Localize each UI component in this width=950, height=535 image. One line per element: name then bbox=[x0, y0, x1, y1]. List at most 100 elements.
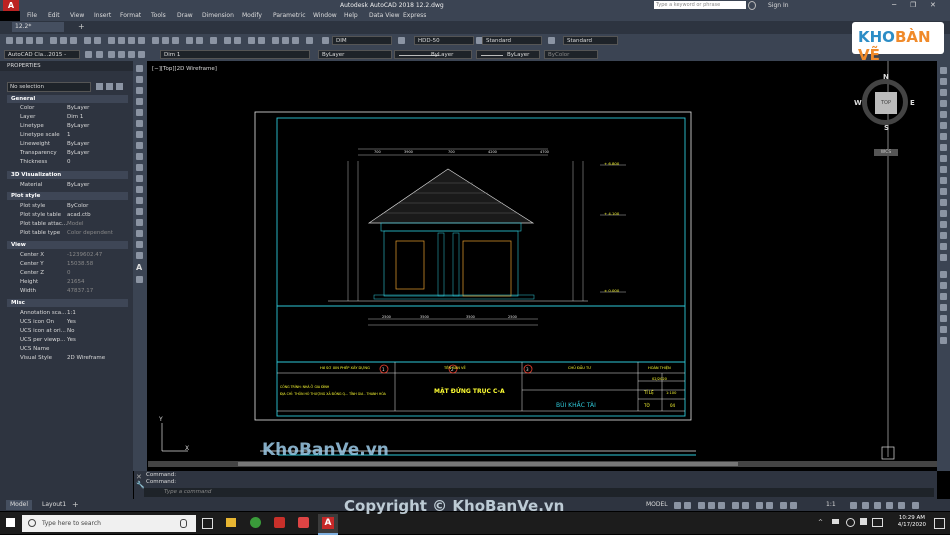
join-icon[interactable] bbox=[940, 210, 947, 217]
autocad-logo-icon[interactable]: A bbox=[3, 0, 19, 11]
menu-draw[interactable]: Draw bbox=[177, 12, 193, 19]
section-general[interactable]: General bbox=[7, 95, 128, 103]
prop-row[interactable]: UCS icon at ori... No bbox=[7, 327, 128, 336]
line-tool-icon[interactable] bbox=[136, 65, 143, 72]
select-objects-icon[interactable] bbox=[106, 83, 113, 90]
area-icon[interactable] bbox=[258, 37, 265, 44]
dim-style-manager-icon[interactable] bbox=[398, 37, 405, 44]
open-file-icon[interactable] bbox=[16, 37, 23, 44]
color-swatch-icon[interactable] bbox=[138, 51, 145, 58]
menu-modify[interactable]: Modify bbox=[242, 12, 262, 19]
menu-help[interactable]: Help bbox=[344, 12, 358, 19]
microphone-icon[interactable] bbox=[180, 519, 187, 528]
rotate-icon[interactable] bbox=[940, 133, 947, 140]
add-layout-icon[interactable]: + bbox=[72, 500, 79, 509]
erase-icon[interactable] bbox=[940, 67, 947, 74]
prop-row[interactable]: Thickness 0 bbox=[7, 158, 128, 167]
osnap-track-icon[interactable] bbox=[732, 502, 739, 509]
copy-object-icon[interactable] bbox=[940, 78, 947, 85]
menu-format[interactable]: Format bbox=[120, 12, 141, 19]
prop-row[interactable]: UCS Name bbox=[7, 345, 128, 354]
new-file-icon[interactable] bbox=[6, 37, 13, 44]
pan-icon[interactable] bbox=[108, 37, 115, 44]
calculator-icon[interactable] bbox=[196, 37, 203, 44]
prop-row[interactable]: Visual Style 2D Wireframe bbox=[7, 354, 128, 363]
osnap-icon[interactable] bbox=[742, 502, 749, 509]
prop-row[interactable]: Material ByLayer bbox=[7, 181, 128, 190]
text-style-icon[interactable] bbox=[224, 37, 231, 44]
annotation-scale-select[interactable]: 1:1 bbox=[826, 501, 836, 508]
prop-row[interactable]: Plot table attac... Model bbox=[7, 220, 128, 229]
point-tool-icon[interactable] bbox=[136, 208, 143, 215]
section-view[interactable]: View bbox=[7, 241, 128, 249]
offset-icon[interactable] bbox=[940, 100, 947, 107]
scale-icon[interactable] bbox=[940, 144, 947, 151]
tab-layout1[interactable]: Layout1 bbox=[38, 500, 70, 510]
mirror-icon[interactable] bbox=[940, 89, 947, 96]
menu-dimension[interactable]: Dimension bbox=[202, 12, 234, 19]
region-tool-icon[interactable] bbox=[136, 241, 143, 248]
toggle-pickadd-icon[interactable] bbox=[96, 83, 103, 90]
redo-icon[interactable] bbox=[94, 37, 101, 44]
save-icon[interactable] bbox=[26, 37, 33, 44]
prop-row[interactable]: Annotation sca... 1:1 bbox=[7, 309, 128, 318]
design-center-icon[interactable] bbox=[162, 37, 169, 44]
break-icon[interactable] bbox=[940, 199, 947, 206]
compass-south[interactable]: S bbox=[884, 124, 889, 132]
break-at-point-icon[interactable] bbox=[940, 188, 947, 195]
wcs-menu[interactable]: WCS bbox=[874, 149, 898, 156]
lightbulb-icon[interactable] bbox=[108, 51, 115, 58]
multileader-style-select[interactable]: HDD-50 bbox=[414, 36, 474, 45]
layer-properties-icon[interactable] bbox=[96, 51, 103, 58]
viewcube-top-face[interactable]: TOP bbox=[875, 92, 897, 114]
stretch-icon[interactable] bbox=[940, 155, 947, 162]
tray-arrow-icon[interactable]: ^ bbox=[818, 519, 823, 526]
table-style-manager-icon[interactable] bbox=[548, 37, 555, 44]
undo-icon[interactable] bbox=[84, 37, 91, 44]
ortho-icon[interactable] bbox=[698, 502, 705, 509]
isodraft-icon[interactable] bbox=[718, 502, 725, 509]
horizontal-scroll-thumb[interactable] bbox=[238, 462, 738, 466]
add-selected-icon[interactable] bbox=[136, 276, 143, 283]
prop-row[interactable]: Height 21654 bbox=[7, 278, 128, 287]
paste-icon[interactable] bbox=[70, 37, 77, 44]
fillet-icon[interactable] bbox=[940, 232, 947, 239]
ellipse-arc-tool-icon[interactable] bbox=[136, 175, 143, 182]
lock-icon[interactable] bbox=[128, 51, 135, 58]
insert-block-icon[interactable] bbox=[136, 186, 143, 193]
annotation-visibility-icon[interactable] bbox=[790, 502, 797, 509]
prop-row[interactable]: Layer Dim 1 bbox=[7, 113, 128, 122]
selection-select[interactable]: No selection bbox=[7, 82, 91, 92]
prop-row[interactable]: Plot style ByColor bbox=[7, 202, 128, 211]
viewcube[interactable]: TOP N S E W WCS bbox=[854, 73, 916, 156]
rectangle-tool-icon[interactable] bbox=[136, 109, 143, 116]
menu-file[interactable]: File bbox=[27, 12, 37, 19]
spline-tool-icon[interactable] bbox=[136, 153, 143, 160]
hardware-acceleration-icon[interactable] bbox=[886, 502, 893, 509]
prop-row[interactable]: Plot style table acad.ctb bbox=[7, 211, 128, 220]
arc-tool-icon[interactable] bbox=[136, 120, 143, 127]
file-tab-12-2[interactable]: 12.2* bbox=[12, 22, 64, 32]
new-tab-icon[interactable]: + bbox=[78, 22, 85, 31]
workspace-select[interactable]: AutoCAD Cla...2015 - English bbox=[4, 50, 80, 67]
workspace-settings-icon[interactable] bbox=[85, 51, 92, 58]
prop-row[interactable]: Transparency ByLayer bbox=[7, 149, 128, 158]
annotation-monitor-icon[interactable] bbox=[862, 502, 869, 509]
notifications-icon[interactable] bbox=[934, 518, 945, 529]
trim-icon[interactable] bbox=[940, 166, 947, 173]
menu-express[interactable]: Express bbox=[403, 12, 426, 19]
workspace-switch-icon[interactable] bbox=[850, 502, 857, 509]
revcloud-tool-icon[interactable] bbox=[136, 142, 143, 149]
snap-nearest-icon[interactable] bbox=[940, 337, 947, 344]
snap-mode-icon[interactable] bbox=[684, 502, 691, 509]
tool-palettes-icon[interactable] bbox=[172, 37, 179, 44]
grid-icon[interactable] bbox=[674, 502, 681, 509]
chamfer-icon[interactable] bbox=[940, 221, 947, 228]
clean-screen-icon[interactable] bbox=[898, 502, 905, 509]
object-snap-icon[interactable] bbox=[940, 271, 947, 278]
layer-off-icon[interactable] bbox=[272, 37, 279, 44]
cut-icon[interactable] bbox=[50, 37, 57, 44]
task-view-icon[interactable] bbox=[202, 518, 213, 529]
section-3d-visualization[interactable]: 3D Visualization bbox=[7, 171, 128, 179]
zoom-icon[interactable] bbox=[118, 37, 125, 44]
